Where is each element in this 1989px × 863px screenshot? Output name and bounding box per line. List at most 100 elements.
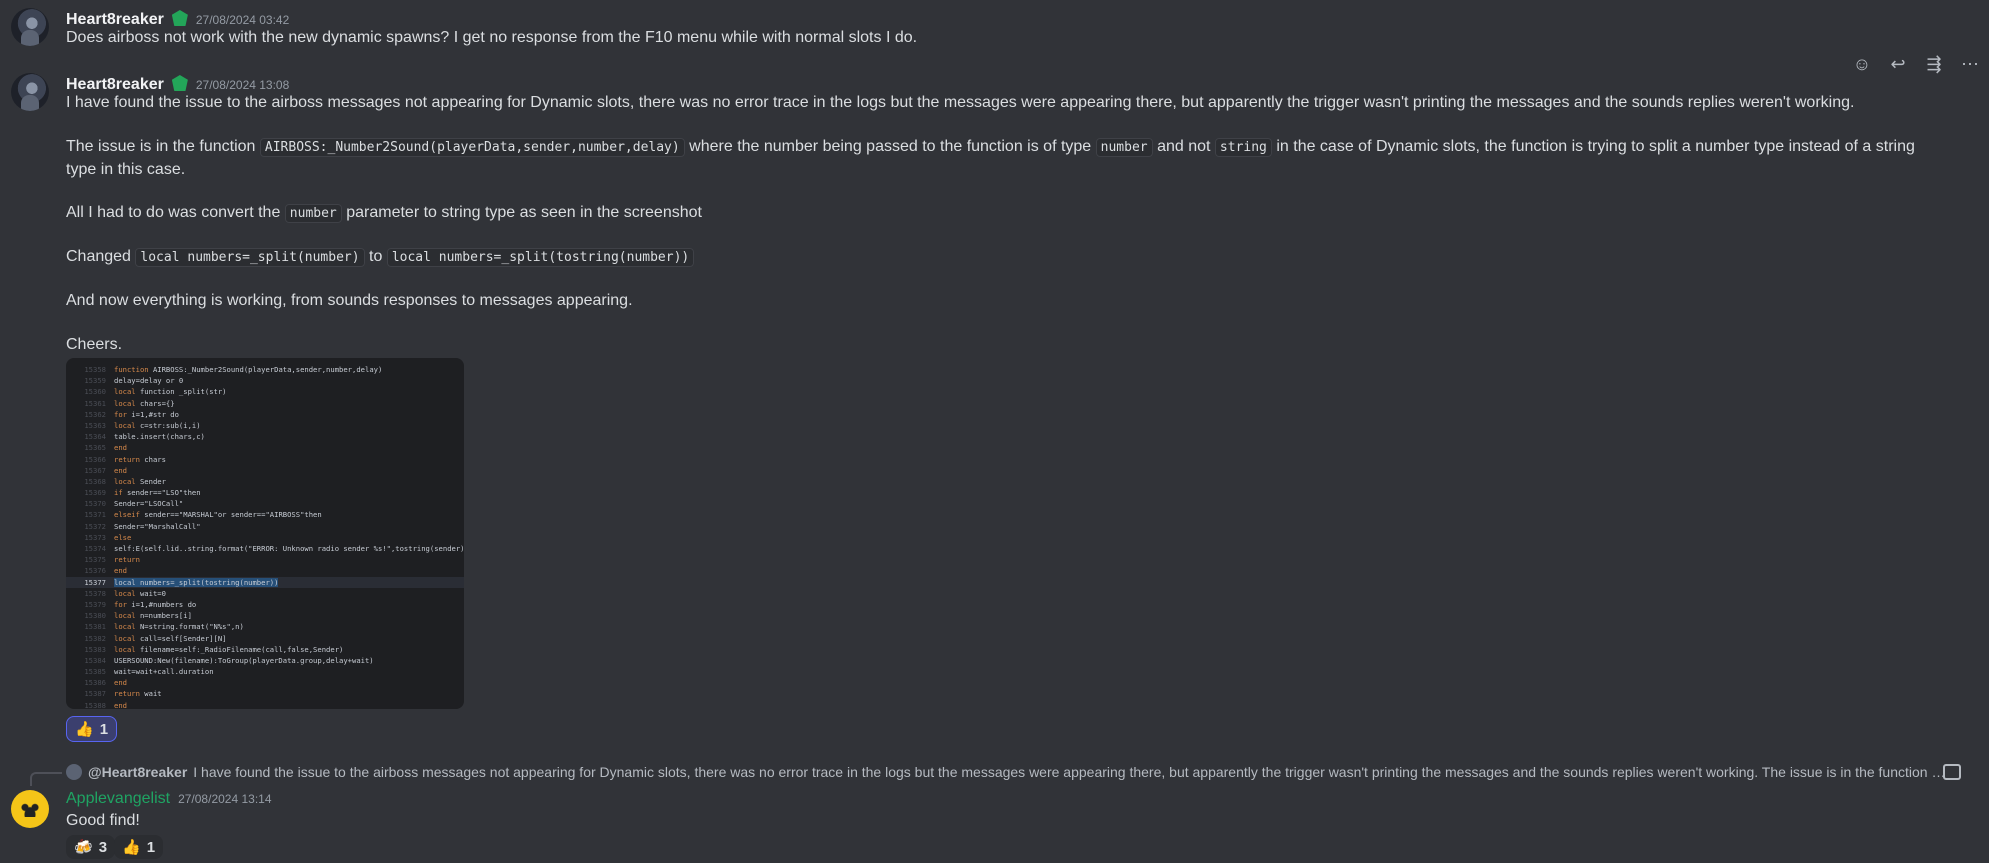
avatar[interactable] [11, 8, 49, 46]
inline-code: number [284, 204, 342, 223]
code-line: 15385 wait=wait+call.duration [66, 666, 464, 677]
code-line: 15365 end [66, 442, 464, 453]
line-number: 15388 [84, 700, 106, 709]
line-number: 15374 [84, 544, 106, 553]
code-line: 15388 end [66, 700, 464, 709]
avatar[interactable] [11, 790, 49, 828]
message-header: Heart8reaker 27/08/2024 13:08 [66, 73, 289, 94]
reaction-count: 1 [146, 838, 156, 856]
inline-code: AIRBOSS:_Number2Sound(playerData,sender,… [259, 138, 685, 157]
code-line: 15359 delay=delay or 0 [66, 375, 464, 386]
code-line: 15386 end [66, 677, 464, 688]
line-number: 15363 [84, 420, 106, 430]
paragraph: And now everything is working, from soun… [66, 292, 633, 309]
line-number: 15372 [84, 521, 106, 531]
reply-preview-text[interactable]: I have found the issue to the airboss me… [193, 764, 1945, 780]
line-number: 15380 [84, 611, 106, 621]
timestamp: 27/08/2024 13:14 [178, 792, 272, 806]
line-number: 15387 [84, 689, 106, 699]
code-line: 15369 if sender=="LSO"then [66, 487, 464, 498]
code-line: 15362 for i=1,#str do [66, 409, 464, 420]
line-number: 15369 [84, 488, 106, 498]
thumbs-up-icon: 👍 [75, 721, 94, 738]
code-text: elseif sender=="MARSHAL"or sender=="AIRB… [114, 510, 322, 520]
message-header: Applevangelist 27/08/2024 13:14 [66, 790, 272, 808]
code-line: 15363 local c=str:sub(i,i) [66, 420, 464, 431]
message-text: Good find! [66, 812, 140, 829]
line-number: 15373 [84, 532, 106, 542]
forward-icon[interactable]: ⇶ [1923, 54, 1945, 75]
reply-username[interactable]: @Heart8reaker [88, 764, 187, 780]
code-line: 15371 elseif sender=="MARSHAL"or sender==… [66, 509, 464, 520]
code-text: Sender="LSOCall" [114, 499, 184, 509]
avatar[interactable] [11, 73, 49, 111]
text: where the number being passed to the fun… [689, 138, 1092, 155]
code-line: 15367 end [66, 465, 464, 476]
beers-icon: 🍻 [74, 839, 93, 856]
code-line: 15378 local wait=0 [66, 588, 464, 599]
text: Changed [66, 248, 131, 265]
message-toolbar: ☺ ↩ ⇶ ⋯ [1851, 54, 1981, 75]
code-text: Sender="MarshalCall" [114, 521, 201, 531]
text: All I had to do was convert the [66, 204, 281, 221]
thumbs-up-icon: 👍 [122, 839, 141, 856]
line-number: 15379 [84, 599, 106, 609]
code-line: 15384 USERSOUND:New(filename):ToGroup(pla… [66, 655, 464, 666]
line-number: 15361 [84, 398, 106, 408]
inline-code: local numbers=_split(tostring(number)) [386, 248, 695, 267]
code-text: return wait [114, 689, 162, 699]
text: and not [1157, 138, 1211, 155]
message-text: Does airboss not work with the new dynam… [66, 29, 918, 46]
code-line: 15377 local numbers=_split(tostring(numbe… [66, 576, 464, 588]
code-line: 15370 Sender="LSOCall" [66, 498, 464, 509]
code-line: 15366 return chars [66, 454, 464, 465]
add-reaction-icon[interactable]: ☺ [1851, 54, 1873, 75]
code-line: 15381 local N=string.format("N%s",n) [66, 621, 464, 632]
code-line: 15379 for i=1,#numbers do [66, 599, 464, 610]
line-number: 15367 [84, 465, 106, 475]
username[interactable]: Applevangelist [66, 790, 170, 808]
more-icon[interactable]: ⋯ [1959, 54, 1981, 75]
code-text: delay=delay or 0 [114, 376, 184, 386]
reaction-thumbs-up[interactable]: 👍 1 [66, 716, 118, 742]
line-number: 15383 [84, 644, 106, 654]
image-icon [1943, 764, 1961, 780]
line-number: 15385 [84, 667, 106, 677]
code-line: 15360 local function _split(str) [66, 386, 464, 397]
code-line: 15380 local n=numbers[i] [66, 610, 464, 621]
line-number: 15386 [84, 678, 106, 688]
code-text: local chars={} [114, 398, 175, 408]
code-text: for i=1,#str do [114, 409, 179, 419]
timestamp: 27/08/2024 13:08 [195, 78, 290, 92]
paragraph: I have found the issue to the airboss me… [66, 94, 1855, 111]
line-number: 15381 [84, 622, 106, 632]
reply-preview[interactable]: @Heart8reaker I have found the issue to … [66, 764, 1945, 780]
line-number: 15376 [84, 566, 106, 576]
avatar [66, 764, 82, 780]
line-number: 15378 [84, 588, 106, 598]
paragraph: Cheers. [66, 336, 123, 353]
code-line: 15373 else [66, 532, 464, 543]
code-line: 15376 end [66, 565, 464, 576]
text: parameter to string type as seen in the … [346, 204, 702, 221]
text: The issue is in the function [66, 138, 256, 155]
code-screenshot-image[interactable]: 15358 function AIRBOSS:_Number2Sound(play… [66, 358, 464, 709]
code-text: function AIRBOSS:_Number2Sound(playerDat… [114, 365, 383, 374]
code-text: local filename=self:_RadioFilename(call,… [114, 644, 344, 654]
code-line: 15372 Sender="MarshalCall" [66, 521, 464, 532]
line-number: 15377 [84, 577, 106, 587]
code-line: 15368 local Sender [66, 476, 464, 487]
reaction-beers[interactable]: 🍻 3 [66, 835, 116, 859]
code-text: wait=wait+call.duration [114, 667, 214, 677]
code-text: end [114, 465, 127, 475]
code-text: end [114, 700, 127, 709]
code-text: return [114, 555, 140, 565]
code-line: 15382 local call=self[Sender][N] [66, 633, 464, 644]
code-text: end [114, 443, 127, 453]
code-text: self:E(self.lid..string.format("ERROR: U… [114, 544, 464, 553]
line-number: 15360 [84, 387, 106, 397]
reaction-count: 1 [99, 720, 109, 738]
line-number: 15382 [84, 633, 106, 643]
reaction-thumbs-up[interactable]: 👍 1 [114, 835, 164, 859]
reply-icon[interactable]: ↩ [1887, 54, 1909, 75]
